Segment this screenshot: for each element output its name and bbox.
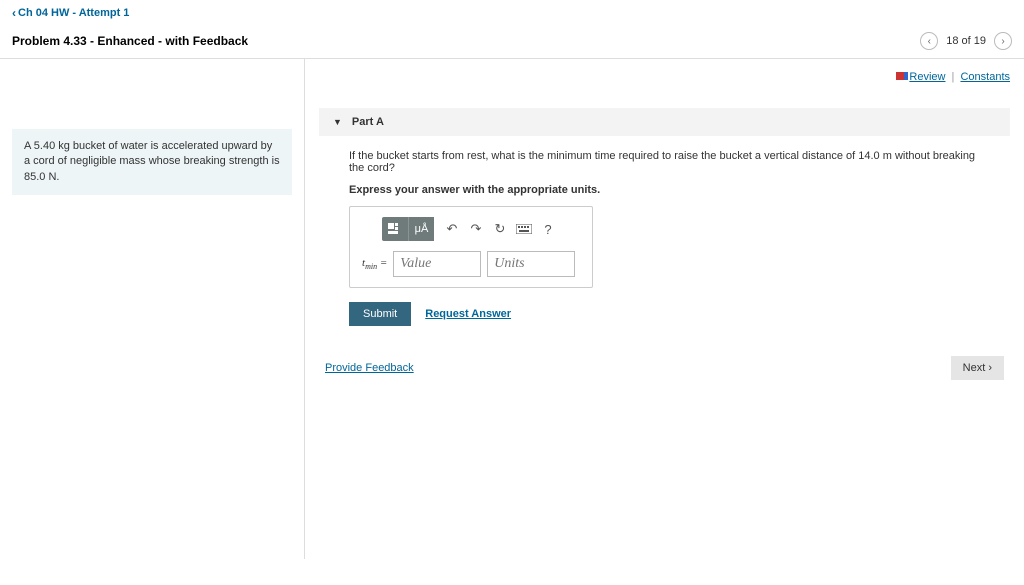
problem-statement: A 5.40 kg bucket of water is accelerated… [12,129,292,195]
reset-button[interactable]: ↻ [488,217,512,241]
constants-link[interactable]: Constants [960,71,1010,83]
review-link[interactable]: Review [909,71,945,83]
question-text: If the bucket starts from rest, what is … [349,150,980,174]
keyboard-icon [516,224,532,234]
page-title: Problem 4.33 - Enhanced - with Feedback [12,34,248,48]
toolbar: μÅ ↶ ↷ ↻ ? [362,217,580,241]
submit-button[interactable]: Submit [349,302,411,326]
value-input[interactable] [393,251,481,277]
breadcrumb-text: Ch 04 HW - Attempt 1 [18,7,129,19]
help-button[interactable]: ? [536,217,560,241]
provide-feedback-link[interactable]: Provide Feedback [325,362,414,374]
instruction-text: Express your answer with the appropriate… [349,184,980,196]
next-button[interactable]: Next › [951,356,1004,380]
breadcrumb[interactable]: ‹ Ch 04 HW - Attempt 1 [12,6,129,20]
keyboard-button[interactable] [512,217,536,241]
template-picker-button[interactable] [382,217,408,241]
part-header[interactable]: ▼ Part A [319,108,1010,136]
units-button[interactable]: μÅ [408,217,434,241]
undo-button[interactable]: ↶ [440,217,464,241]
chevron-right-icon: › [988,362,992,374]
top-links: Review | Constants [319,71,1010,83]
next-circle-button[interactable]: › [994,32,1012,50]
triangle-down-icon: ▼ [333,117,342,127]
redo-button[interactable]: ↷ [464,217,488,241]
request-answer-link[interactable]: Request Answer [425,308,511,320]
pager-text: 18 of 19 [946,35,986,47]
units-input[interactable] [487,251,575,277]
pager: ‹ 18 of 19 › [920,32,1012,50]
template-icon [388,223,402,235]
prev-button[interactable]: ‹ [920,32,938,50]
review-icon [896,72,904,80]
chevron-left-icon: ‹ [12,6,16,20]
part-label: Part A [352,116,384,128]
answer-box: μÅ ↶ ↷ ↻ ? [349,206,593,288]
variable-symbol: tmin = [362,257,387,271]
